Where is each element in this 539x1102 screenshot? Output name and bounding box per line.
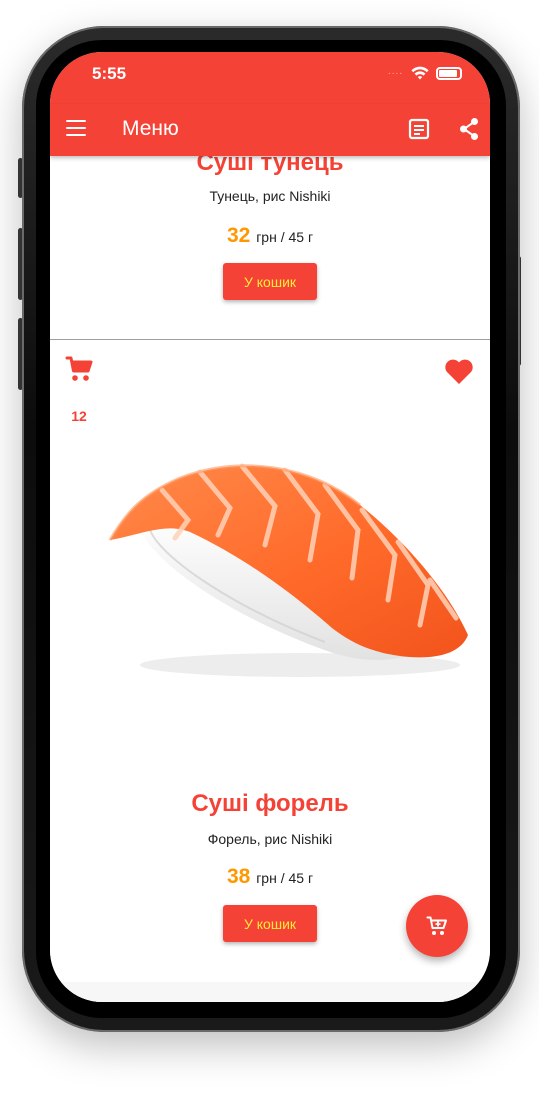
device-mockup: 5:55 .... Меню Суші тунець Тунець, рис N… <box>0 0 539 1102</box>
price-value: 38 <box>226 865 251 888</box>
price-unit: грн / 45 г <box>256 229 314 245</box>
app-bar: Меню <box>50 104 490 156</box>
add-to-cart-button[interactable]: У кошик <box>223 905 317 942</box>
dish-description: Тунець, рис Nishiki <box>209 188 331 204</box>
price-row: 32 грн / 45 г <box>50 224 490 248</box>
cart-fab-button[interactable] <box>406 895 468 957</box>
price-unit: грн / 45 г <box>256 870 314 886</box>
hamburger-menu-icon[interactable] <box>66 120 86 136</box>
menu-card-tuna: Суші тунець Тунець, рис Nishiki 32 грн /… <box>50 156 490 339</box>
dish-description: Форель, рис Nishiki <box>207 831 333 847</box>
dish-title: Суші тунець <box>196 156 344 176</box>
menu-list[interactable]: Суші тунець Тунець, рис Nishiki 32 грн /… <box>50 156 490 1002</box>
wifi-icon <box>411 66 429 80</box>
next-card-edge <box>50 982 490 1002</box>
dish-title: Суші форель <box>191 790 349 817</box>
receipt-icon[interactable] <box>408 118 430 140</box>
price-row: 38 грн / 45 г <box>50 865 490 889</box>
status-time: 5:55 <box>92 64 127 83</box>
status-bar: 5:55 .... <box>50 52 490 104</box>
salmon-nigiri-image <box>108 463 468 677</box>
signal-dots: .... <box>388 66 404 77</box>
phone-screen: 5:55 .... Меню Суші тунець Тунець, рис N… <box>50 52 490 1002</box>
add-to-cart-button[interactable]: У кошик <box>223 263 317 300</box>
share-icon[interactable] <box>458 117 480 141</box>
price-value: 32 <box>226 224 251 247</box>
page-title: Меню <box>122 117 179 140</box>
battery-icon <box>436 67 462 80</box>
cart-icon <box>426 916 447 935</box>
heart-icon[interactable] <box>444 358 474 385</box>
cart-icon[interactable] <box>64 354 94 384</box>
